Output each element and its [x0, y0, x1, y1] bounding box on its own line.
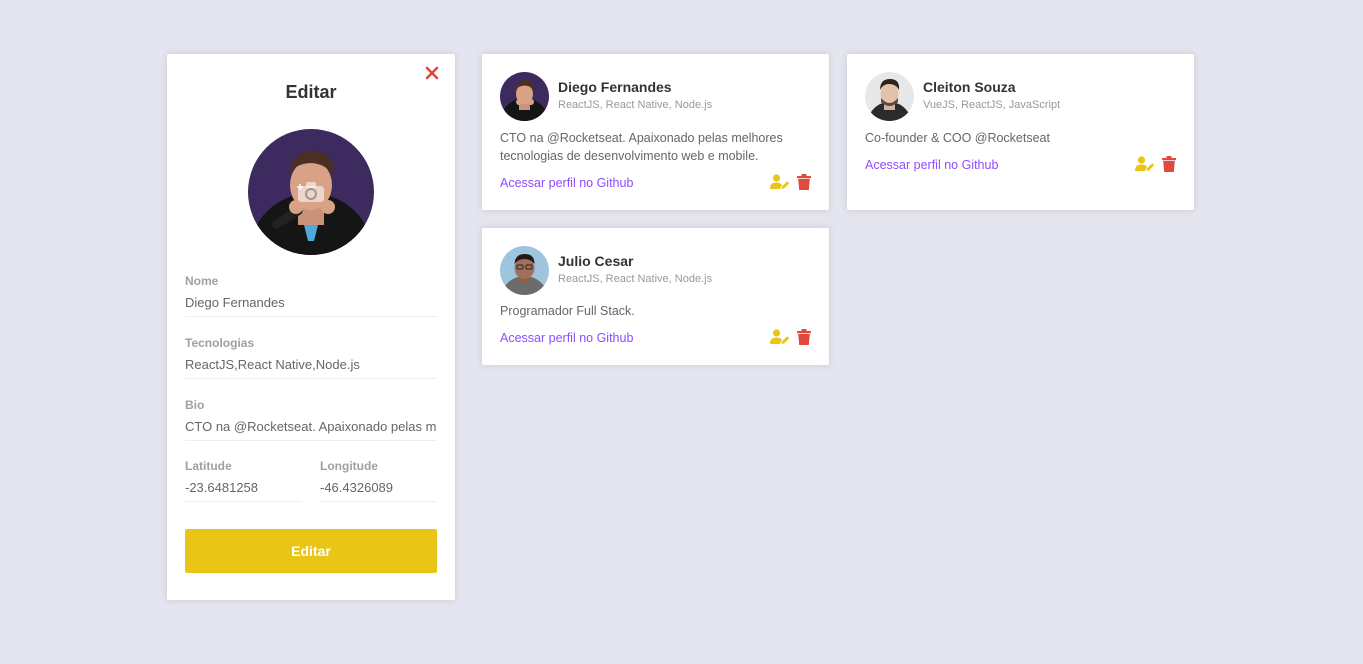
longitude-field-group: Longitude [320, 459, 437, 502]
trash-icon[interactable] [797, 329, 811, 345]
dev-card: Julio Cesar ReactJS, React Native, Node.… [482, 228, 829, 365]
user-edit-icon[interactable] [1135, 156, 1155, 172]
latitude-field-group: Latitude [185, 459, 302, 502]
techs-input[interactable] [185, 357, 437, 379]
techs-label: Tecnologias [185, 336, 255, 350]
trash-icon[interactable] [797, 174, 811, 190]
latitude-input[interactable] [185, 480, 302, 502]
dev-name: Julio Cesar [558, 253, 634, 269]
longitude-label: Longitude [320, 459, 378, 473]
dev-card: Diego Fernandes ReactJS, React Native, N… [482, 54, 829, 210]
dev-card: Cleiton Souza VueJS, ReactJS, JavaScript… [847, 54, 1194, 210]
github-profile-link[interactable]: Acessar perfil no Github [500, 176, 633, 190]
avatar-upload[interactable] [248, 129, 374, 255]
dev-techs: VueJS, ReactJS, JavaScript [923, 99, 1061, 111]
longitude-input[interactable] [320, 480, 437, 502]
bio-field-group: Bio [185, 398, 437, 441]
bio-input[interactable] [185, 419, 437, 441]
avatar [500, 246, 549, 295]
name-label: Nome [185, 274, 219, 288]
edit-panel-title: Editar [285, 82, 337, 102]
github-profile-link[interactable]: Acessar perfil no Github [500, 331, 633, 345]
techs-field-group: Tecnologias [185, 336, 437, 379]
github-profile-link[interactable]: Acessar perfil no Github [865, 158, 998, 172]
dev-bio: Co-founder & COO @Rocketseat [865, 131, 1050, 145]
dev-techs: ReactJS, React Native, Node.js [558, 273, 713, 285]
name-input[interactable] [185, 295, 437, 317]
trash-icon[interactable] [1162, 156, 1176, 172]
camera-icon [297, 182, 324, 202]
user-edit-icon[interactable] [770, 329, 790, 345]
avatar [500, 72, 549, 121]
name-field-group: Nome [185, 274, 437, 317]
user-edit-icon[interactable] [770, 174, 790, 190]
latitude-label: Latitude [185, 459, 232, 473]
close-icon[interactable] [425, 66, 439, 80]
dev-bio: Programador Full Stack. [500, 304, 635, 318]
dev-techs: ReactJS, React Native, Node.js [558, 99, 713, 111]
submit-edit-button[interactable]: Editar [185, 529, 437, 573]
bio-label: Bio [185, 398, 205, 412]
dev-name: Diego Fernandes [558, 79, 672, 95]
dev-bio: CTO na @Rocketseat. Apaixonado pelas mel… [500, 131, 783, 163]
edit-panel: Editar Nome Tecnologias Bio [167, 54, 455, 600]
dev-name: Cleiton Souza [923, 79, 1016, 95]
avatar [865, 72, 914, 121]
